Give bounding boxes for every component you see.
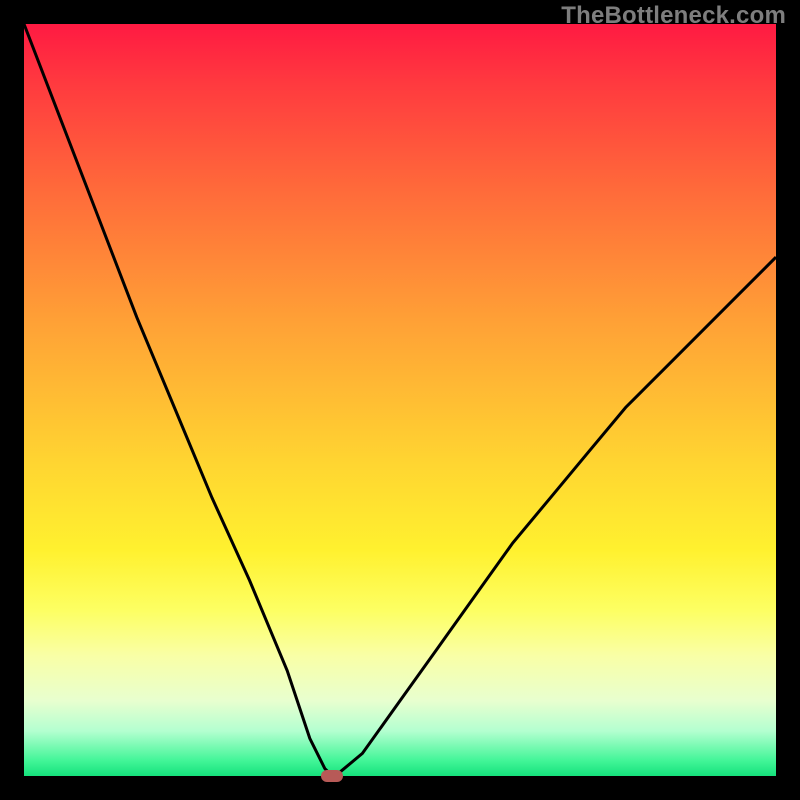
outer-frame: TheBottleneck.com (0, 0, 800, 800)
min-marker (321, 770, 343, 782)
curve-path (24, 24, 776, 776)
bottleneck-curve (24, 24, 776, 776)
chart-plot-area (24, 24, 776, 776)
